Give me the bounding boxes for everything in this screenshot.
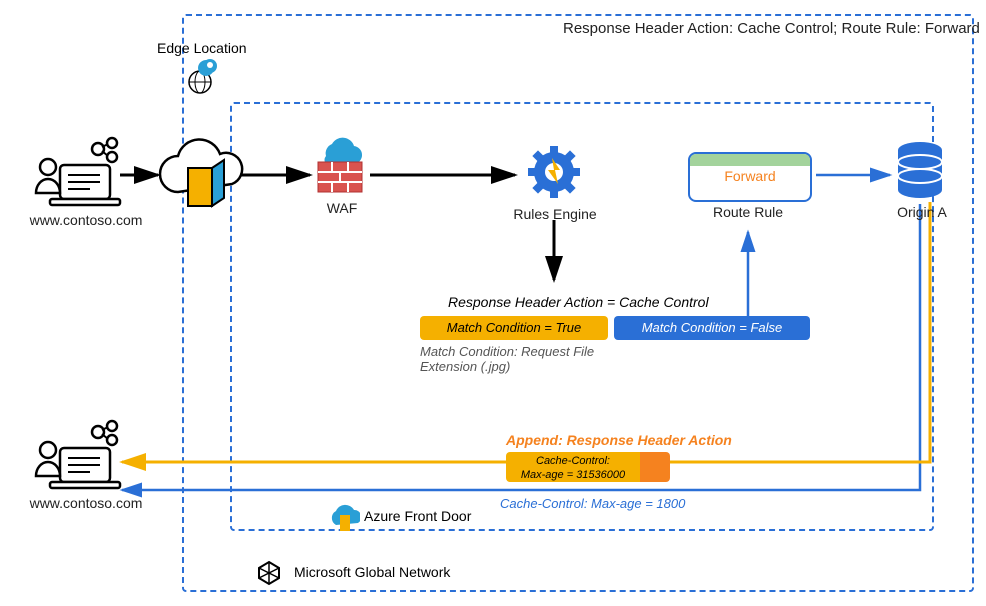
route-rule-action: Forward [690,166,810,184]
user-bottom-caption: www.contoso.com [26,495,146,511]
rules-engine-caption: Rules Engine [510,206,600,222]
route-rule-bar [690,154,810,166]
user-bottom-icon [36,421,120,488]
match-condition-note: Match Condition: Request File Extension … [420,344,620,374]
route-rule-caption: Route Rule [708,204,788,220]
append-cc-line1: Cache-Control: [536,455,610,467]
user-top-caption: www.contoso.com [26,212,146,228]
match-true-chip: Match Condition = True [420,316,608,340]
route-rule-box: Forward [688,152,812,202]
user-top-icon [36,138,120,205]
waf-caption: WAF [320,200,364,216]
match-true-text: Match Condition = True [447,320,582,335]
mgn-icon [259,562,279,584]
rules-engine-icon [528,146,580,198]
match-false-text: Match Condition = False [642,320,783,335]
edge-location-icon [189,59,217,93]
afd-label: Azure Front Door [360,508,475,524]
match-false-chip: Match Condition = False [614,316,810,340]
front-door-icon [160,139,242,206]
append-cc-line2: Max-age = 31536000 [521,469,625,481]
response-header-action-text: Response Header Action = Cache Control [448,294,709,310]
waf-icon [318,138,362,192]
mgn-label: Microsoft Global Network [290,564,454,580]
blue-cache-control-text: Cache-Control: Max-age = 1800 [500,496,685,511]
origin-caption: Origin A [892,204,952,220]
append-label: Append: Response Header Action [506,432,732,448]
afd-small-icon [332,505,362,531]
origin-a-icon [898,142,942,198]
append-box: Cache-Control: Max-age = 31536000 [506,452,670,482]
